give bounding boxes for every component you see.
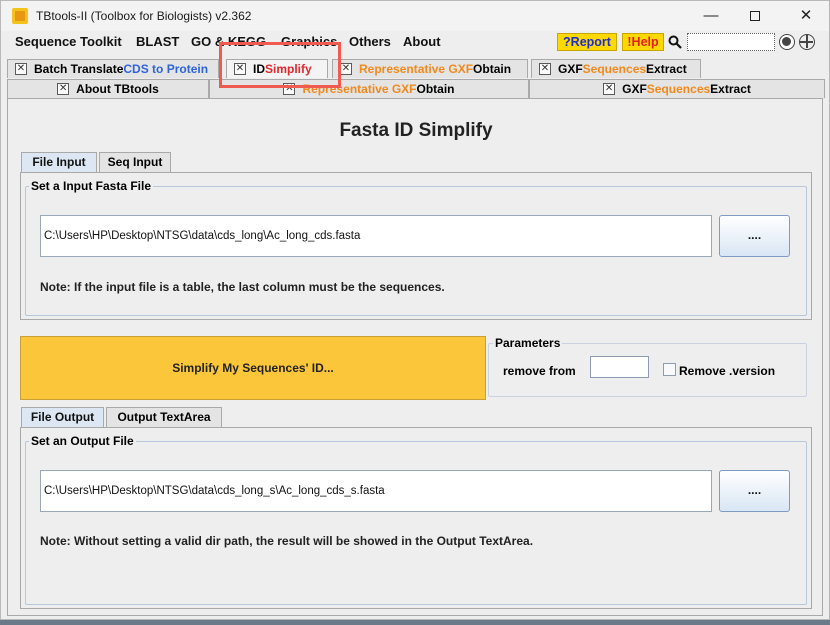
maximize-icon: [750, 11, 760, 22]
remove-from-input[interactable]: [590, 356, 649, 378]
output-note: Note: Without setting a valid dir path, …: [40, 534, 534, 548]
search-icon[interactable]: [668, 35, 682, 49]
input-group-frame: Set a Input Fasta File C:\Users\HP\Deskt…: [20, 172, 812, 320]
tab-gxf-sequences-extract[interactable]: ✕ GXF Sequences Extract: [531, 59, 701, 78]
search-input[interactable]: [687, 33, 775, 51]
tab-label: About TBtools: [76, 82, 159, 96]
tab-label-highlight: Sequences: [646, 82, 711, 96]
input-path-field[interactable]: C:\Users\HP\Desktop\NTSG\data\cds_long\A…: [40, 215, 712, 257]
simplify-button[interactable]: Simplify My Sequences' ID...: [20, 336, 486, 400]
output-browse-button[interactable]: ....: [719, 470, 790, 512]
input-browse-button[interactable]: ....: [719, 215, 790, 257]
close-tab-icon[interactable]: ✕: [57, 83, 70, 95]
tab-label-highlight: Representative GXF: [359, 62, 474, 76]
tab-label: GXF: [558, 62, 583, 76]
tab-about-tbtools[interactable]: ✕ About TBtools: [7, 79, 209, 98]
title-bar: TBtools-II (Toolbox for Biologists) v2.3…: [1, 1, 829, 31]
app-window: TBtools-II (Toolbox for Biologists) v2.3…: [0, 0, 830, 620]
output-fieldset: Set an Output File C:\Users\HP\Desktop\N…: [25, 434, 807, 605]
tab-label: Obtain: [416, 82, 455, 96]
window-title: TBtools-II (Toolbox for Biologists) v2.3…: [36, 9, 252, 23]
output-group-label: Set an Output File: [29, 434, 136, 448]
menu-sequence-toolkit[interactable]: Sequence Toolkit: [15, 34, 122, 49]
parameters-group: Parameters remove from Remove .version: [488, 336, 807, 397]
tab-batch-translate[interactable]: ✕ Batch Translate CDS to Protein: [7, 59, 219, 78]
tab-seq-input[interactable]: Seq Input: [99, 152, 171, 172]
parameters-label: Parameters: [493, 336, 563, 350]
menu-blast[interactable]: BLAST: [136, 34, 179, 49]
page-title: Fasta ID Simplify: [339, 120, 493, 141]
report-button[interactable]: ?Report: [557, 33, 617, 51]
tab-label-highlight: Sequences: [582, 62, 647, 76]
remove-version-label[interactable]: Remove .version: [679, 364, 775, 378]
tab-file-output[interactable]: File Output: [21, 407, 104, 427]
annotation-highlight-box: [219, 42, 341, 88]
remove-version-checkbox[interactable]: [663, 363, 676, 376]
input-group-label: Set a Input Fasta File: [29, 179, 154, 193]
tab-row-2: ✕ About TBtools ✕ Representative GXF Obt…: [7, 79, 825, 98]
input-note: Note: If the input file is a table, the …: [40, 280, 445, 294]
input-fieldset: Set a Input Fasta File C:\Users\HP\Deskt…: [25, 179, 807, 316]
tab-representative-gxf[interactable]: ✕ Representative GXF Obtain: [332, 59, 528, 78]
output-path-field[interactable]: C:\Users\HP\Desktop\NTSG\data\cds_long_s…: [40, 470, 712, 512]
tab-gxf-sequences-extract-2[interactable]: ✕ GXF Sequences Extract: [529, 79, 825, 98]
close-tab-icon[interactable]: ✕: [15, 63, 27, 75]
globe-icon[interactable]: [799, 34, 815, 50]
tab-label: Extract: [646, 62, 687, 76]
tab-label-highlight: CDS to Protein: [123, 62, 209, 76]
tab-file-input[interactable]: File Input: [21, 152, 97, 172]
tab-label: Extract: [710, 82, 751, 96]
output-group-frame: Set an Output File C:\Users\HP\Desktop\N…: [20, 427, 812, 609]
tab-output-textarea[interactable]: Output TextArea: [106, 407, 222, 427]
menu-bar: Sequence Toolkit BLAST GO & KEGG Graphic…: [1, 31, 829, 53]
tab-label: GXF: [622, 82, 647, 96]
close-button[interactable]: ✕: [786, 5, 826, 27]
close-tab-icon[interactable]: ✕: [539, 63, 551, 75]
tab-label: Obtain: [473, 62, 512, 76]
menu-about[interactable]: About: [403, 34, 441, 49]
tbtools-logo-icon: [12, 8, 28, 24]
close-tab-icon[interactable]: ✕: [340, 63, 352, 75]
close-tab-icon[interactable]: ✕: [603, 83, 616, 95]
fasta-id-simplify-panel: Fasta ID Simplify File Input Seq Input S…: [7, 98, 823, 616]
tab-row-1: ✕ Batch Translate CDS to Protein ✕ ID Si…: [7, 59, 825, 78]
radio-icon[interactable]: [779, 34, 795, 50]
tab-label: Batch Translate: [34, 62, 124, 76]
remove-from-label: remove from: [503, 364, 576, 378]
minimize-button[interactable]: —: [691, 5, 731, 27]
help-button[interactable]: !Help: [622, 33, 664, 51]
desktop-strip: [0, 620, 830, 625]
maximize-button[interactable]: [735, 5, 775, 27]
menu-others[interactable]: Others: [349, 34, 391, 49]
